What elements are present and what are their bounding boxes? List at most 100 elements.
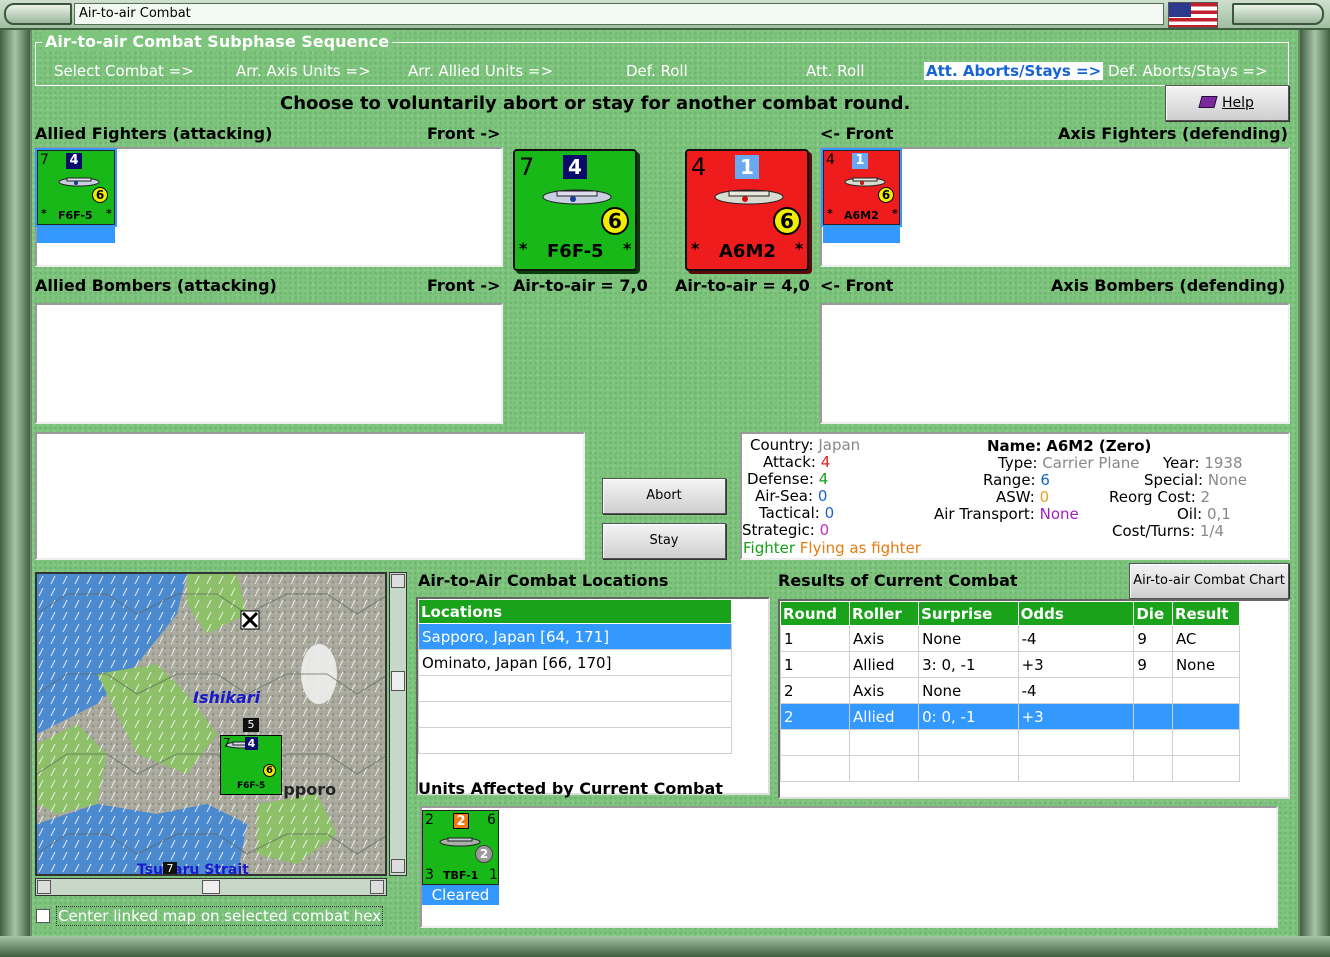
seq-step-select-combat: Select Combat => [54,62,194,80]
allied-bombers-front-label: Front -> [427,276,501,295]
year-row: Year: 1938 [1163,454,1243,472]
location-row[interactable] [418,675,732,702]
seq-step-arr-allied: Arr. Allied Units => [408,62,554,80]
results-title: Results of Current Combat [778,571,1018,590]
horizontal-scroll-thumb[interactable] [202,880,220,894]
affected-units-box[interactable] [420,806,1278,928]
center-map-label[interactable]: Center linked map on selected combat hex [56,906,384,926]
seq-step-arr-axis: Arr. Axis Units => [236,62,371,80]
allied-front-label: Front -> [427,124,501,143]
axis-fighter-strength-bar [823,225,900,243]
result-row[interactable]: 2 Axis None -4 [779,677,1241,704]
oil-row: Oil: 0,1 [1177,505,1231,523]
locations-title: Air-to-Air Combat Locations [418,571,669,590]
stay-button[interactable]: Stay [602,523,726,559]
linked-map[interactable]: Ishikari Tsugaru Strait Sapporo 5 7 7 4 … [35,572,387,876]
results-table-container[interactable]: Round Roller Surprise Odds Die Result 1A… [778,599,1290,799]
result-row[interactable]: 1 Allied 3: 0, -1 +3 9 None [779,651,1241,678]
seq-step-att-roll: Att. Roll [806,62,865,80]
allied-air-to-air-value: Air-to-air = 7,0 [513,276,648,295]
map-unit-counter[interactable]: 7 4 6 F6F-5 [220,735,282,795]
frame-right [1300,30,1330,940]
defense-row: Defense: 4 [747,470,829,488]
type-row: Type: Carrier Plane [998,454,1140,472]
location-row[interactable] [418,727,732,754]
window-controls[interactable] [1232,3,1324,25]
col-round[interactable]: Round [779,601,851,626]
affected-unit-status: Cleared [422,885,499,905]
allied-fighter-strength-bar [37,225,115,243]
frame-bottom [0,936,1330,957]
system-menu-button[interactable] [4,3,72,25]
help-book-icon [1198,96,1218,108]
window: Air-to-air Combat Air-to-air Combat Subp… [0,0,1330,957]
scroll-right-icon[interactable] [370,880,384,894]
scroll-down-icon[interactable] [391,859,405,873]
hex-map [37,574,385,874]
message-box [35,432,585,560]
strategic-row: Strategic: 0 [742,521,830,539]
allied-fighter-counter[interactable]: 7 4 6 * F6F-5 * [35,148,117,227]
vertical-scroll-thumb[interactable] [391,671,405,691]
asw-row: ASW: 0 [996,488,1050,506]
col-roller[interactable]: Roller [849,601,920,626]
combat-chart-button[interactable]: Air-to-air Combat Chart [1129,563,1289,599]
col-die[interactable]: Die [1133,601,1173,626]
axis-fighters-label: Axis Fighters (defending) [1058,124,1288,143]
airsea-row: Air-Sea: 0 [755,487,828,505]
map-counter-bottom[interactable]: 7 [163,862,177,874]
col-surprise[interactable]: Surprise [918,601,1019,626]
frame-left [0,30,30,940]
affected-unit-counter[interactable]: 2 2 6 2 3 TBF-1 1 [422,810,499,885]
result-row[interactable]: 2 Allied 0: 0, -1 +3 [779,703,1241,730]
location-row[interactable]: Ominato, Japan [66, 170] [418,649,732,676]
map-counter-top[interactable]: 5 [243,718,259,732]
title-bar: Air-to-air Combat [0,0,1330,30]
special-row: Special: None [1144,471,1248,489]
sequence-title: Air-to-air Combat Subphase Sequence [42,32,393,51]
locations-header[interactable]: Locations [418,599,732,624]
reorg-row: Reorg Cost: 2 [1109,488,1211,506]
axis-bombers-label: Axis Bombers (defending) [1051,276,1286,295]
col-result[interactable]: Result [1171,601,1241,626]
location-row[interactable]: Sapporo, Japan [64, 171] [418,623,732,650]
seq-step-att-aborts: Att. Aborts/Stays => [924,62,1104,80]
transport-row: Air Transport: None [934,505,1079,523]
help-button[interactable]: Help [1165,85,1289,121]
location-row[interactable] [418,701,732,728]
result-row[interactable] [779,729,1241,756]
axis-bombers-box[interactable] [820,303,1290,424]
result-row[interactable]: 1 Axis None -4 9 AC [779,625,1241,652]
axis-front-label: <- Front [820,124,894,143]
map-horizontal-scrollbar[interactable] [35,878,387,896]
axis-air-to-air-value: Air-to-air = 4,0 [675,276,810,295]
locations-list[interactable]: Locations Sapporo, Japan [64, 171] Omina… [416,597,770,795]
scroll-left-icon[interactable] [37,880,51,894]
seq-step-def-aborts: Def. Aborts/Stays => [1108,62,1268,80]
axis-large-counter: 4 1 6 * A6M2 * [685,149,809,271]
axis-bombers-front-label: <- Front [820,276,894,295]
name-row: Name: A6M2 (Zero) [987,437,1152,455]
costturns-row: Cost/Turns: 1/4 [1112,522,1224,540]
map-vertical-scrollbar[interactable] [389,572,407,876]
usa-flag-icon [1168,2,1218,28]
window-title: Air-to-air Combat [74,3,1164,25]
range-row: Range: 6 [983,471,1050,489]
results-table: Round Roller Surprise Odds Die Result 1A… [779,601,1241,782]
axis-fighter-counter[interactable]: 4 1 6 * A6M2 * [821,148,902,227]
dialog-content: Air-to-air Combat Subphase Sequence Sele… [32,30,1298,936]
tactical-row: Tactical: 0 [759,504,835,522]
instruction-text: Choose to voluntarily abort or stay for … [280,93,911,114]
result-row[interactable] [779,755,1241,782]
scroll-up-icon[interactable] [391,574,405,588]
allied-bombers-label: Allied Bombers (attacking) [35,276,277,295]
allied-bombers-box[interactable] [35,303,503,424]
allied-fighters-label: Allied Fighters (attacking) [35,124,273,143]
abort-button[interactable]: Abort [602,478,726,514]
affected-title: Units Affected by Current Combat [418,779,723,798]
center-map-checkbox[interactable] [36,909,50,923]
seq-step-def-roll: Def. Roll [626,62,688,80]
allied-large-counter: 7 4 6 * F6F-5 * [513,149,637,271]
col-odds[interactable]: Odds [1017,601,1135,626]
map-label-ishikari: Ishikari [193,688,261,707]
